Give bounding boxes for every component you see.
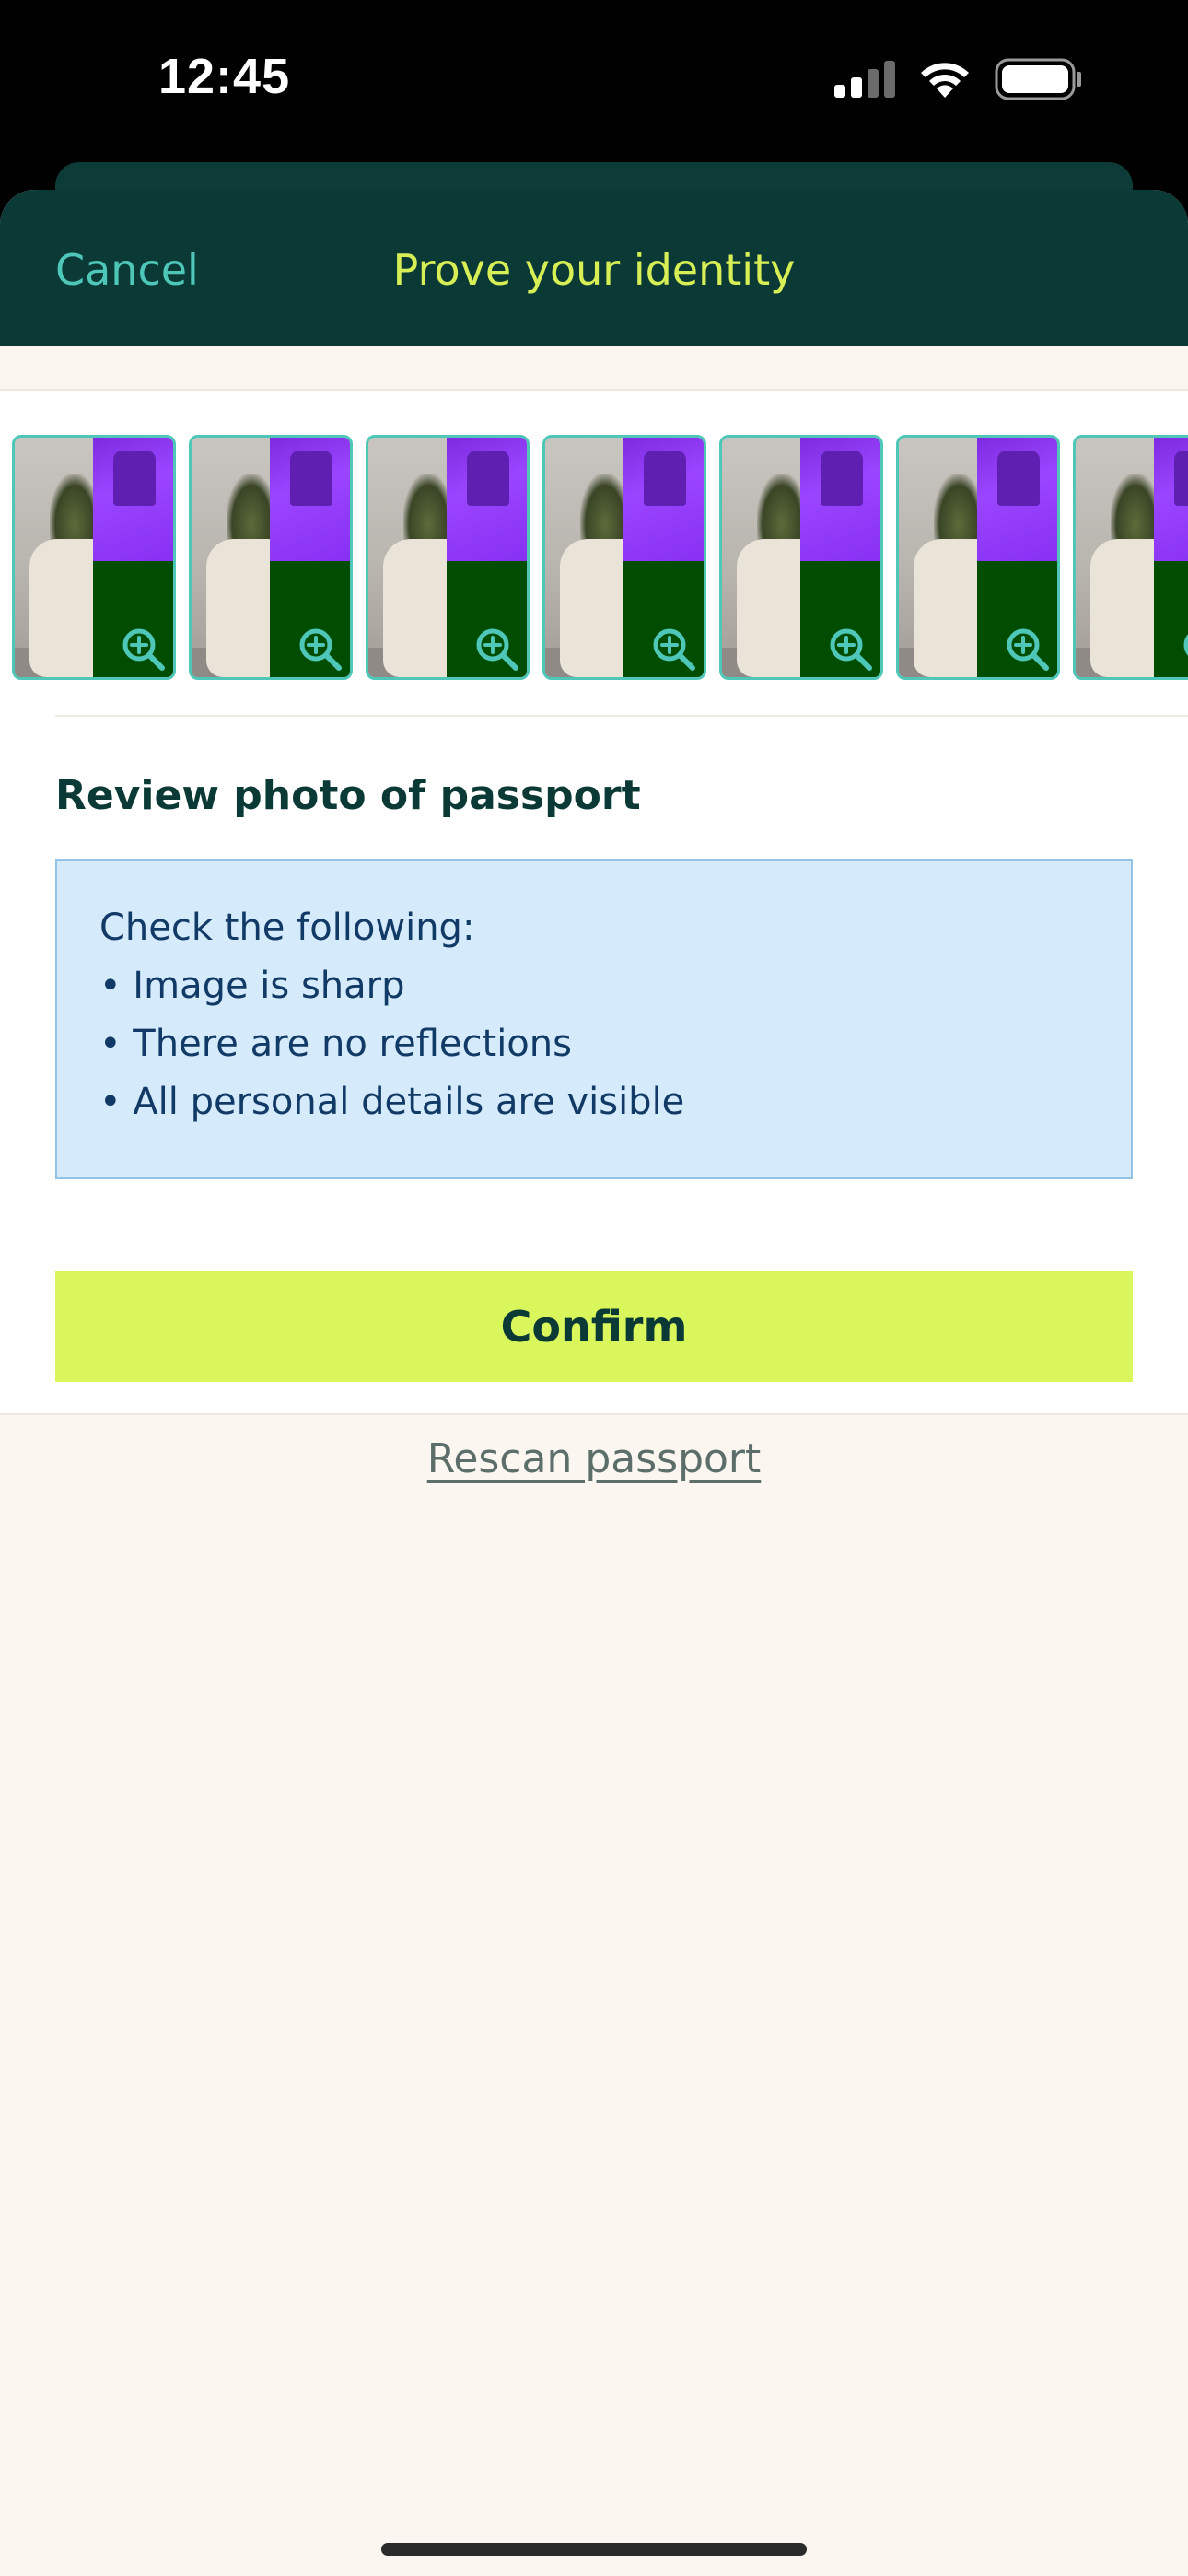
- cellular-signal-icon: [834, 61, 895, 98]
- status-icons: [834, 57, 1083, 101]
- thumbnail-image: [270, 438, 350, 561]
- confirm-button[interactable]: Confirm: [55, 1271, 1133, 1382]
- passport-photo-thumbnail[interactable]: [542, 435, 706, 680]
- home-indicator: [381, 2543, 807, 2556]
- identity-sheet: Cancel Prove your identity Review photo …: [0, 190, 1188, 2576]
- passport-photo-thumbnail[interactable]: [1073, 435, 1188, 680]
- battery-icon: [995, 58, 1081, 100]
- passport-photo-thumbnail[interactable]: [189, 435, 353, 680]
- zoom-in-icon[interactable]: [827, 626, 873, 672]
- thumbnail-image: [1154, 438, 1188, 561]
- thumbnail-image: [93, 438, 173, 561]
- passport-photo-thumbnail[interactable]: [12, 435, 176, 680]
- thumbnail-image: [447, 438, 527, 561]
- passport-photo-thumbnail[interactable]: [366, 435, 530, 680]
- phone-screen: 12:45 Cancel Prove your identity Review …: [0, 0, 1188, 2576]
- review-panel: Review photo of passport Check the follo…: [0, 389, 1188, 1415]
- checklist-item: • All personal details are visible: [99, 1081, 685, 1123]
- status-bar: 12:45: [0, 0, 1188, 166]
- zoom-in-icon[interactable]: [120, 626, 166, 672]
- zoom-in-icon[interactable]: [1181, 626, 1188, 672]
- zoom-in-icon[interactable]: [1004, 626, 1050, 672]
- checklist-intro: Check the following:: [99, 907, 475, 949]
- page-title: Prove your identity: [392, 245, 796, 295]
- thumbnail-strip[interactable]: [12, 435, 1188, 684]
- status-time: 12:45: [158, 49, 291, 104]
- checklist-box: Check the following: • Image is sharp • …: [55, 859, 1133, 1179]
- review-title: Review photo of passport: [55, 772, 641, 819]
- sheet-header: Cancel Prove your identity: [0, 190, 1188, 346]
- zoom-in-icon[interactable]: [297, 626, 343, 672]
- passport-photo-thumbnail[interactable]: [719, 435, 883, 680]
- wifi-icon: [921, 63, 969, 98]
- header-spacer: [0, 346, 1188, 389]
- checklist-item: • There are no reflections: [99, 1023, 572, 1065]
- rescan-passport-link[interactable]: Rescan passport: [0, 1435, 1188, 1482]
- checklist-item: • Image is sharp: [99, 965, 405, 1007]
- zoom-in-icon[interactable]: [650, 626, 696, 672]
- divider: [55, 715, 1188, 717]
- passport-photo-thumbnail[interactable]: [896, 435, 1060, 680]
- zoom-in-icon[interactable]: [473, 626, 519, 672]
- thumbnail-image: [623, 438, 704, 561]
- thumbnail-image: [800, 438, 880, 561]
- thumbnail-image: [977, 438, 1057, 561]
